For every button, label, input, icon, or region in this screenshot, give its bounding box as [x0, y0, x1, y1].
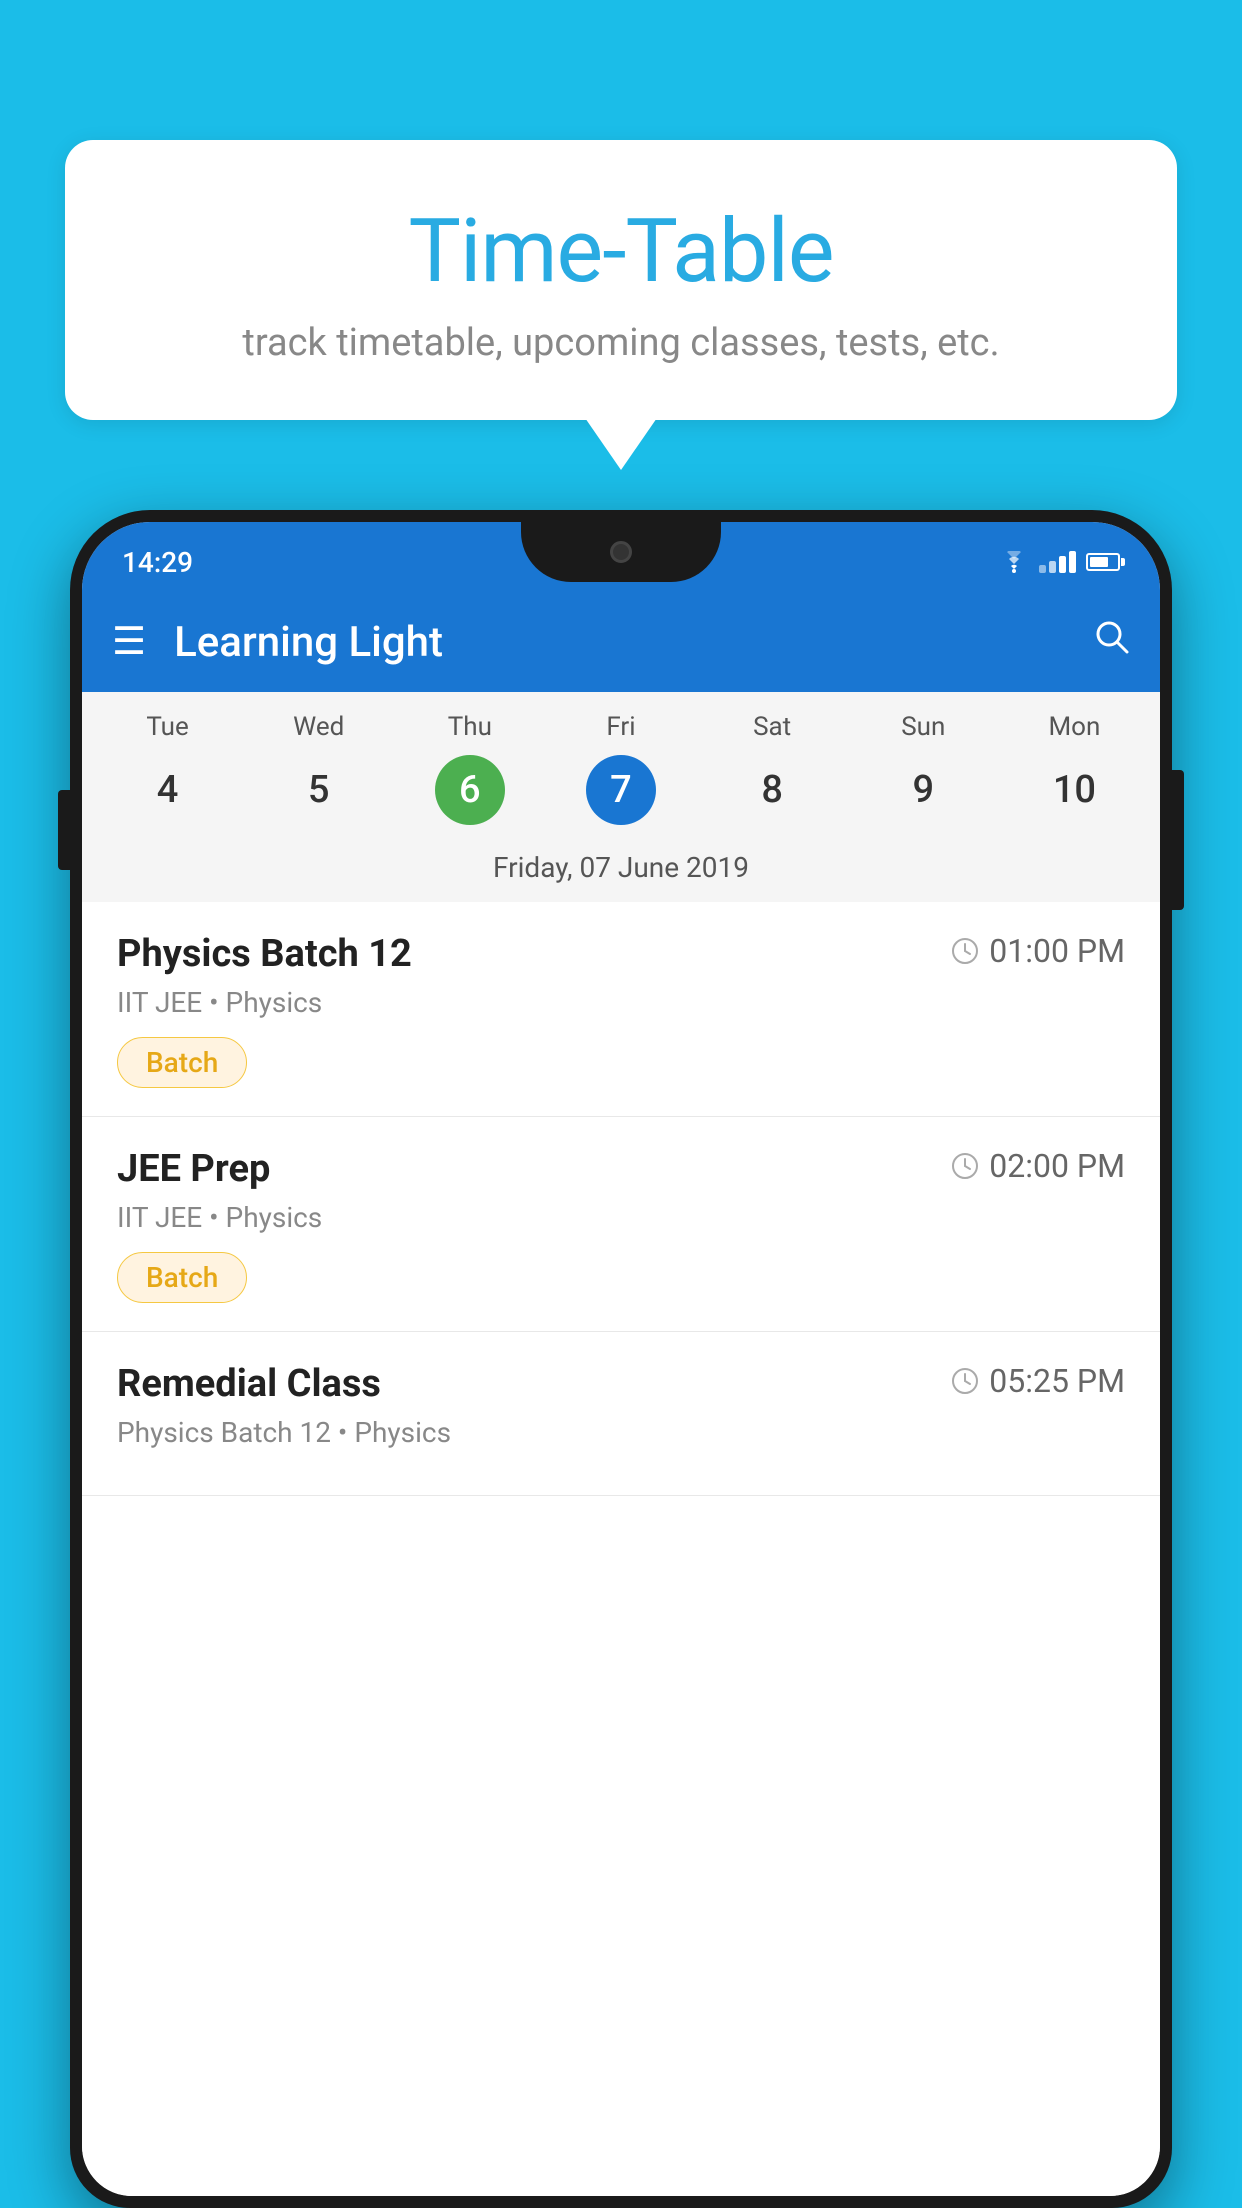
day-name-sun: Sun — [848, 712, 999, 742]
schedule-list: Physics Batch 12 01:00 PM IIT JEE • Phys… — [82, 902, 1160, 2196]
schedule-item-2-time: 02:00 PM — [951, 1147, 1125, 1185]
schedule-item-2-title: JEE Prep — [117, 1147, 270, 1191]
schedule-item-1-subtitle: IIT JEE • Physics — [117, 986, 1125, 1019]
selected-date-label: Friday, 07 June 2019 — [82, 841, 1160, 902]
speech-bubble-container: Time-Table track timetable, upcoming cla… — [65, 140, 1177, 420]
batch-tag-2: Batch — [117, 1252, 247, 1303]
day-name-wed: Wed — [243, 712, 394, 742]
schedule-item-1[interactable]: Physics Batch 12 01:00 PM IIT JEE • Phys… — [82, 902, 1160, 1117]
day-6-today[interactable]: 6 — [435, 755, 505, 825]
day-8[interactable]: 8 — [697, 755, 848, 825]
day-numbers-row: 4 5 6 7 8 9 10 — [82, 750, 1160, 841]
wifi-icon — [999, 551, 1029, 573]
app-feature-title: Time-Table — [115, 200, 1127, 303]
day-name-tue: Tue — [92, 712, 243, 742]
schedule-item-2-header: JEE Prep 02:00 PM — [117, 1147, 1125, 1191]
schedule-item-3-time: 05:25 PM — [951, 1362, 1125, 1400]
phone-screen: 14:29 — [82, 522, 1160, 2196]
day-names-row: Tue Wed Thu Fri Sat Sun Mon — [82, 692, 1160, 750]
day-name-mon: Mon — [999, 712, 1150, 742]
schedule-item-1-title: Physics Batch 12 — [117, 932, 412, 976]
status-icons — [999, 551, 1120, 573]
app-bar: ☰ Learning Light — [82, 592, 1160, 692]
app-title: Learning Light — [174, 618, 1094, 667]
batch-tag-1: Batch — [117, 1037, 247, 1088]
schedule-item-3[interactable]: Remedial Class 05:25 PM Physics Batch 12… — [82, 1332, 1160, 1496]
day-7-selected[interactable]: 7 — [586, 755, 656, 825]
phone-mockup: 14:29 — [70, 510, 1172, 2208]
day-10[interactable]: 10 — [999, 755, 1150, 825]
day-9[interactable]: 9 — [848, 755, 999, 825]
hamburger-menu-icon[interactable]: ☰ — [112, 623, 146, 661]
status-time: 14:29 — [122, 546, 193, 579]
phone-frame: 14:29 — [70, 510, 1172, 2208]
schedule-item-3-title: Remedial Class — [117, 1362, 381, 1406]
schedule-item-1-header: Physics Batch 12 01:00 PM — [117, 932, 1125, 976]
search-icon[interactable] — [1094, 619, 1130, 665]
signal-icon — [1039, 551, 1076, 573]
schedule-item-2[interactable]: JEE Prep 02:00 PM IIT JEE • Physics Batc… — [82, 1117, 1160, 1332]
schedule-item-1-time: 01:00 PM — [951, 932, 1125, 970]
phone-notch — [521, 522, 721, 582]
clock-icon — [951, 937, 979, 965]
battery-icon — [1086, 553, 1120, 571]
speech-bubble: Time-Table track timetable, upcoming cla… — [65, 140, 1177, 420]
day-name-fri: Fri — [545, 712, 696, 742]
clock-icon-3 — [951, 1367, 979, 1395]
calendar-strip: Tue Wed Thu Fri Sat Sun Mon 4 5 6 7 8 9 … — [82, 692, 1160, 902]
schedule-item-2-subtitle: IIT JEE • Physics — [117, 1201, 1125, 1234]
day-name-sat: Sat — [697, 712, 848, 742]
day-5[interactable]: 5 — [243, 755, 394, 825]
schedule-item-3-header: Remedial Class 05:25 PM — [117, 1362, 1125, 1406]
front-camera — [610, 541, 632, 563]
clock-icon-2 — [951, 1152, 979, 1180]
day-4[interactable]: 4 — [92, 755, 243, 825]
app-feature-subtitle: track timetable, upcoming classes, tests… — [115, 321, 1127, 365]
day-name-thu: Thu — [394, 712, 545, 742]
schedule-item-3-subtitle: Physics Batch 12 • Physics — [117, 1416, 1125, 1449]
